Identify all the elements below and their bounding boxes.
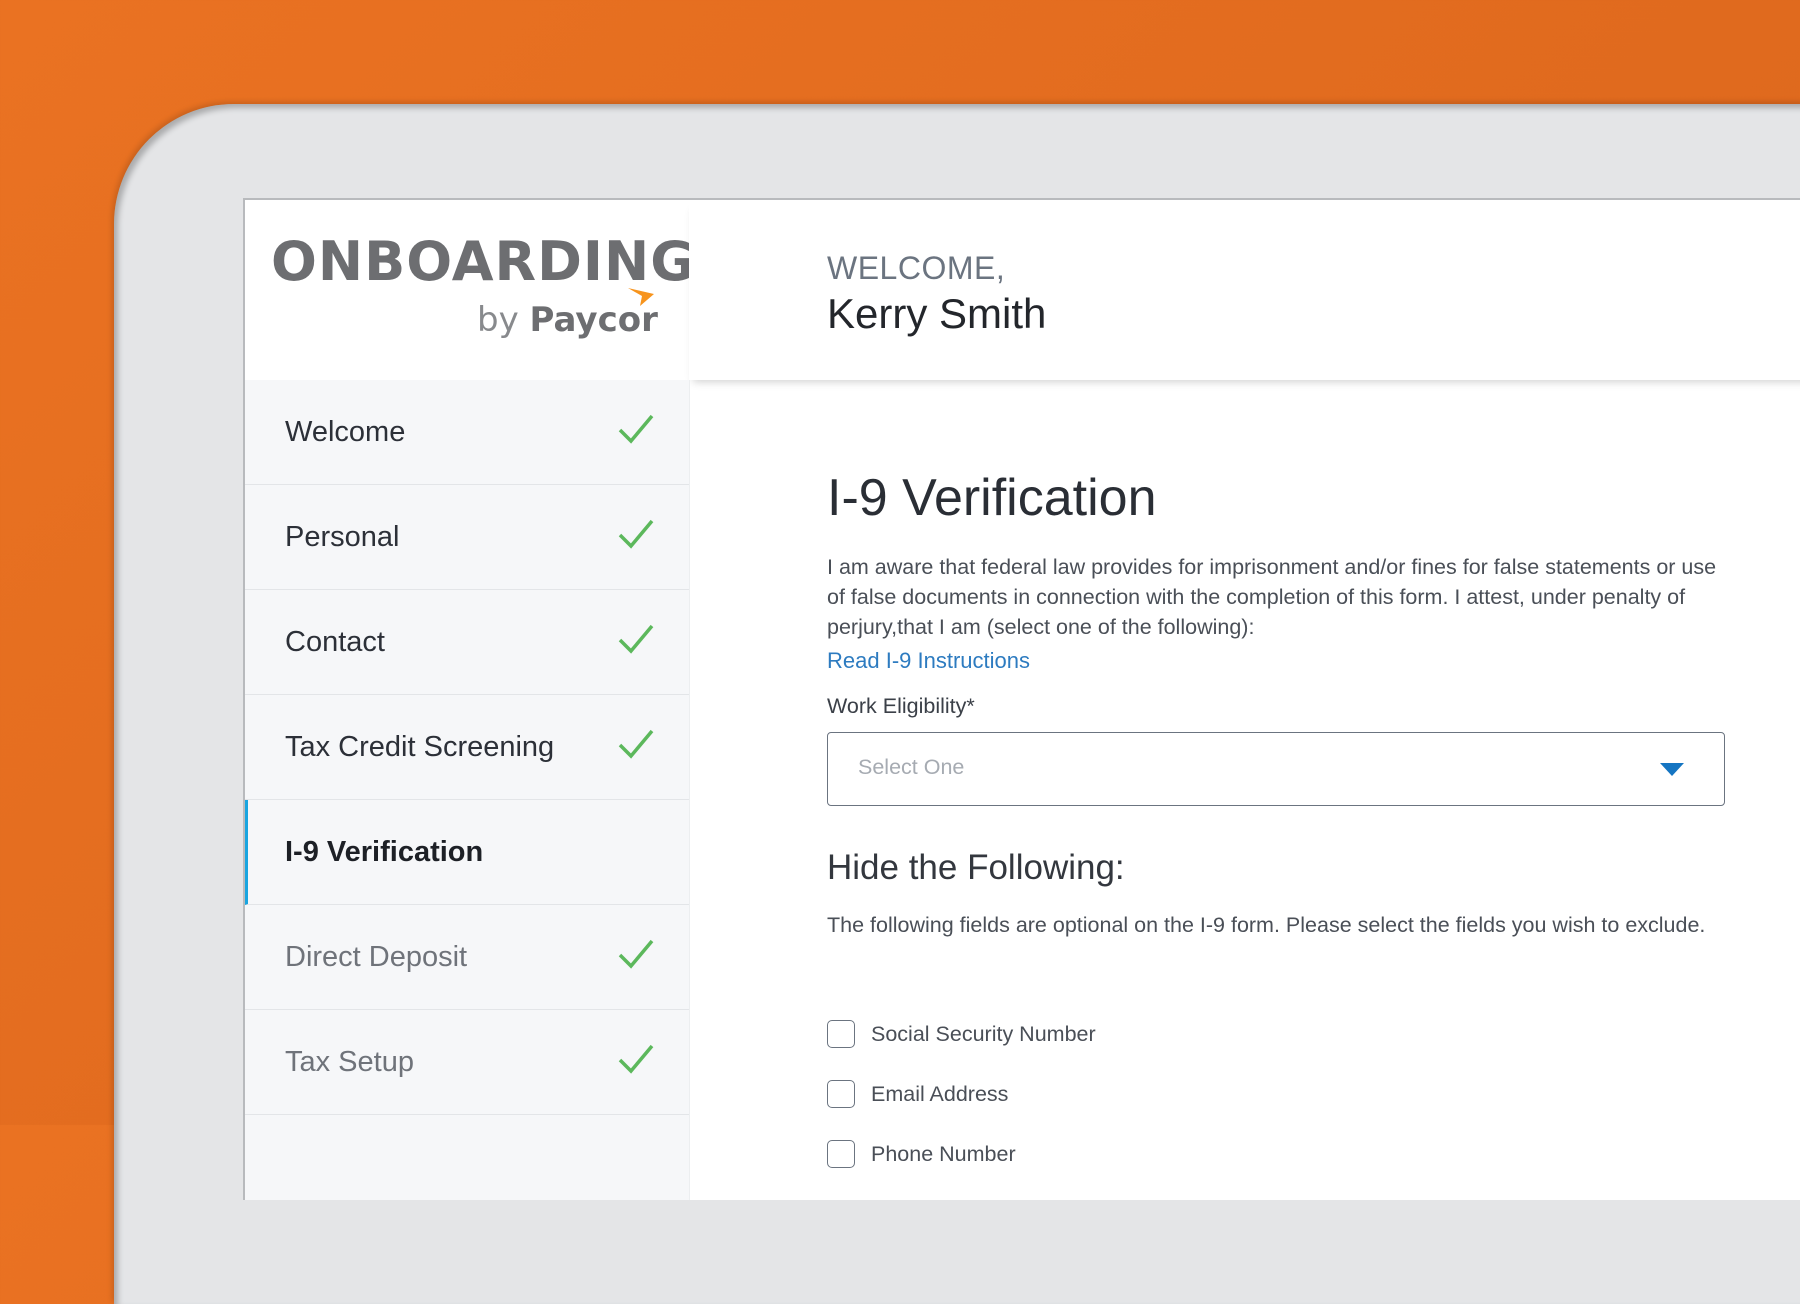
page-title: I-9 Verification <box>827 469 1157 527</box>
hide-section-title: Hide the Following: <box>827 848 1125 887</box>
logo: ONBOARDING by Paycor <box>245 200 695 380</box>
logo-by-text: by <box>477 300 519 340</box>
select-placeholder: Select One <box>858 755 965 779</box>
checkbox[interactable] <box>827 1020 855 1048</box>
checkmark-icon <box>618 519 654 549</box>
paycor-chevron-icon <box>627 288 654 306</box>
sidebar-item-welcome[interactable]: Welcome <box>245 380 689 485</box>
logo-title: ONBOARDING <box>271 230 696 293</box>
checkmark-icon <box>618 1044 654 1074</box>
app-window: ONBOARDING by Paycor WELCOME, Kerry Smit… <box>243 198 1800 1200</box>
checkbox-label: Social Security Number <box>871 1021 1096 1046</box>
work-eligibility-label: Work Eligibility* <box>827 694 975 718</box>
checkmark-icon <box>618 939 654 969</box>
sidebar-item-direct-deposit[interactable]: Direct Deposit <box>245 905 689 1010</box>
checkbox-label: Email Address <box>871 1081 1009 1106</box>
sidebar-item-label: I-9 Verification <box>285 835 484 868</box>
user-name: Kerry Smith <box>827 290 1047 337</box>
checkbox-social-security-number[interactable]: Social Security Number <box>827 1020 1096 1048</box>
sidebar-item-contact[interactable]: Contact <box>245 590 689 695</box>
logo-brand: Paycor <box>530 288 658 340</box>
checkbox-phone-number[interactable]: Phone Number <box>827 1140 1016 1168</box>
hide-section-description: The following fields are optional on the… <box>827 913 1706 937</box>
header: WELCOME, Kerry Smith <box>689 200 1800 380</box>
sidebar-item-label: Tax Credit Screening <box>285 730 555 763</box>
caret-down-icon <box>1660 763 1684 776</box>
sidebar-item-i9-verification[interactable]: I-9 Verification <box>245 800 689 905</box>
sidebar-item-label: Tax Setup <box>285 1045 414 1078</box>
checkbox-email-address[interactable]: Email Address <box>827 1080 1008 1108</box>
sidebar-item-label: Personal <box>285 520 400 553</box>
checkmark-icon <box>618 414 654 444</box>
sidebar-item-label: Contact <box>285 625 385 658</box>
checkbox[interactable] <box>827 1080 855 1108</box>
checkbox[interactable] <box>827 1140 855 1168</box>
sidebar-item-personal[interactable]: Personal <box>245 485 689 590</box>
attestation-text: I am aware that federal law provides for… <box>827 555 1717 639</box>
sidebar-item-label: Direct Deposit <box>285 940 468 973</box>
sidebar-item-tax-credit-screening[interactable]: Tax Credit Screening <box>245 695 689 800</box>
checkmark-icon <box>618 729 654 759</box>
work-eligibility-select[interactable]: Select One <box>827 732 1725 806</box>
checkbox-label: Phone Number <box>871 1141 1016 1166</box>
welcome-label: WELCOME, <box>827 250 1006 286</box>
sidebar-item-tax-setup[interactable]: Tax Setup <box>245 1010 689 1115</box>
main-content: I-9 Verification I am aware that federal… <box>689 380 1800 1200</box>
checkmark-icon <box>618 624 654 654</box>
sidebar-nav: Welcome Personal Contact Tax Credit Scre… <box>245 380 690 1200</box>
read-instructions-link[interactable]: Read I-9 Instructions <box>827 648 1030 674</box>
sidebar-item-label: Welcome <box>285 415 406 448</box>
logo-byline: by Paycor <box>477 288 658 340</box>
